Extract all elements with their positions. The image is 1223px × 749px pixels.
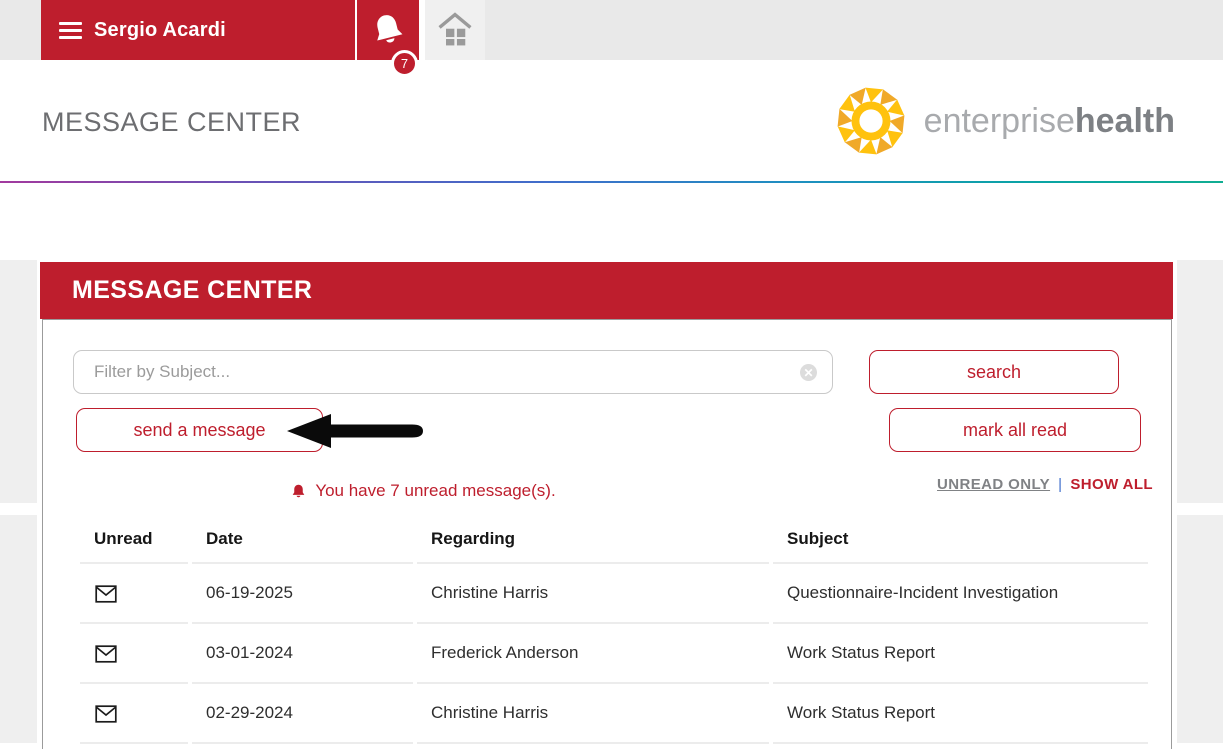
home-icon xyxy=(437,12,473,48)
messages-table: Unread Date Regarding Subject 06-19-2025 xyxy=(76,516,1152,744)
cell-regarding: Christine Harris xyxy=(417,684,769,744)
cell-unread xyxy=(80,624,188,684)
logo-sun-icon xyxy=(832,82,910,160)
table-row[interactable]: 03-01-2024 Frederick Anderson Work Statu… xyxy=(80,624,1148,684)
home-button[interactable] xyxy=(425,0,485,60)
unread-only-link[interactable]: UNREAD ONLY xyxy=(937,476,1050,493)
column-header-subject: Subject xyxy=(773,516,1148,564)
table-header-row: Unread Date Regarding Subject xyxy=(80,516,1148,564)
topbar: Sergio Acardi 7 xyxy=(0,0,1223,60)
table-row[interactable]: 02-29-2024 Christine Harris Work Status … xyxy=(80,684,1148,744)
mark-all-read-button[interactable]: mark all read xyxy=(889,408,1141,452)
page-title: MESSAGE CENTER xyxy=(42,107,301,138)
unread-notice-text: You have 7 unread message(s). xyxy=(315,481,555,501)
cell-subject: Work Status Report xyxy=(773,684,1148,744)
page-margin xyxy=(1177,260,1223,503)
page-margin xyxy=(0,515,37,743)
cell-unread xyxy=(80,564,188,624)
user-name: Sergio Acardi xyxy=(94,19,226,42)
cell-date: 06-19-2025 xyxy=(192,564,413,624)
subject-filter-input[interactable] xyxy=(73,350,833,394)
header-divider xyxy=(0,181,1223,183)
unread-bell-icon xyxy=(290,483,307,500)
column-header-unread: Unread xyxy=(80,516,188,564)
show-all-link[interactable]: SHOW ALL xyxy=(1070,476,1153,493)
clear-filter-icon[interactable]: ✕ xyxy=(800,364,817,381)
cell-regarding: Christine Harris xyxy=(417,564,769,624)
page-margin xyxy=(0,260,37,503)
cell-regarding: Frederick Anderson xyxy=(417,624,769,684)
cell-subject: Questionnaire-Incident Investigation xyxy=(773,564,1148,624)
send-message-button[interactable]: send a message xyxy=(76,408,323,452)
table-row[interactable]: 06-19-2025 Christine Harris Questionnair… xyxy=(80,564,1148,624)
cell-unread xyxy=(80,684,188,744)
unread-notice: You have 7 unread message(s). xyxy=(73,478,773,504)
unread-envelope-icon[interactable] xyxy=(95,645,117,663)
banner-title: MESSAGE CENTER xyxy=(72,276,312,305)
column-header-regarding: Regarding xyxy=(417,516,769,564)
search-button[interactable]: search xyxy=(869,350,1119,394)
hamburger-icon xyxy=(59,22,82,39)
logo-text: enterprisehealth xyxy=(924,102,1175,141)
notification-badge: 7 xyxy=(391,50,418,77)
message-panel: ✕ search send a message mark all read Yo… xyxy=(42,319,1172,749)
logo: enterprisehealth xyxy=(832,82,1175,160)
cell-date: 03-01-2024 xyxy=(192,624,413,684)
message-center-banner: MESSAGE CENTER xyxy=(40,262,1173,319)
column-header-date: Date xyxy=(192,516,413,564)
page-margin xyxy=(1177,515,1223,743)
unread-envelope-icon[interactable] xyxy=(95,585,117,603)
view-links: UNREAD ONLY | SHOW ALL xyxy=(937,476,1153,493)
page-header: MESSAGE CENTER xyxy=(0,60,1223,181)
cell-date: 02-29-2024 xyxy=(192,684,413,744)
bell-icon xyxy=(365,7,411,53)
message-center-page: Sergio Acardi 7 MESSAGE CENTER xyxy=(0,0,1223,743)
unread-envelope-icon[interactable] xyxy=(95,705,117,723)
links-separator: | xyxy=(1058,476,1062,493)
cell-subject: Work Status Report xyxy=(773,624,1148,684)
user-menu-button[interactable]: Sergio Acardi xyxy=(41,0,355,60)
